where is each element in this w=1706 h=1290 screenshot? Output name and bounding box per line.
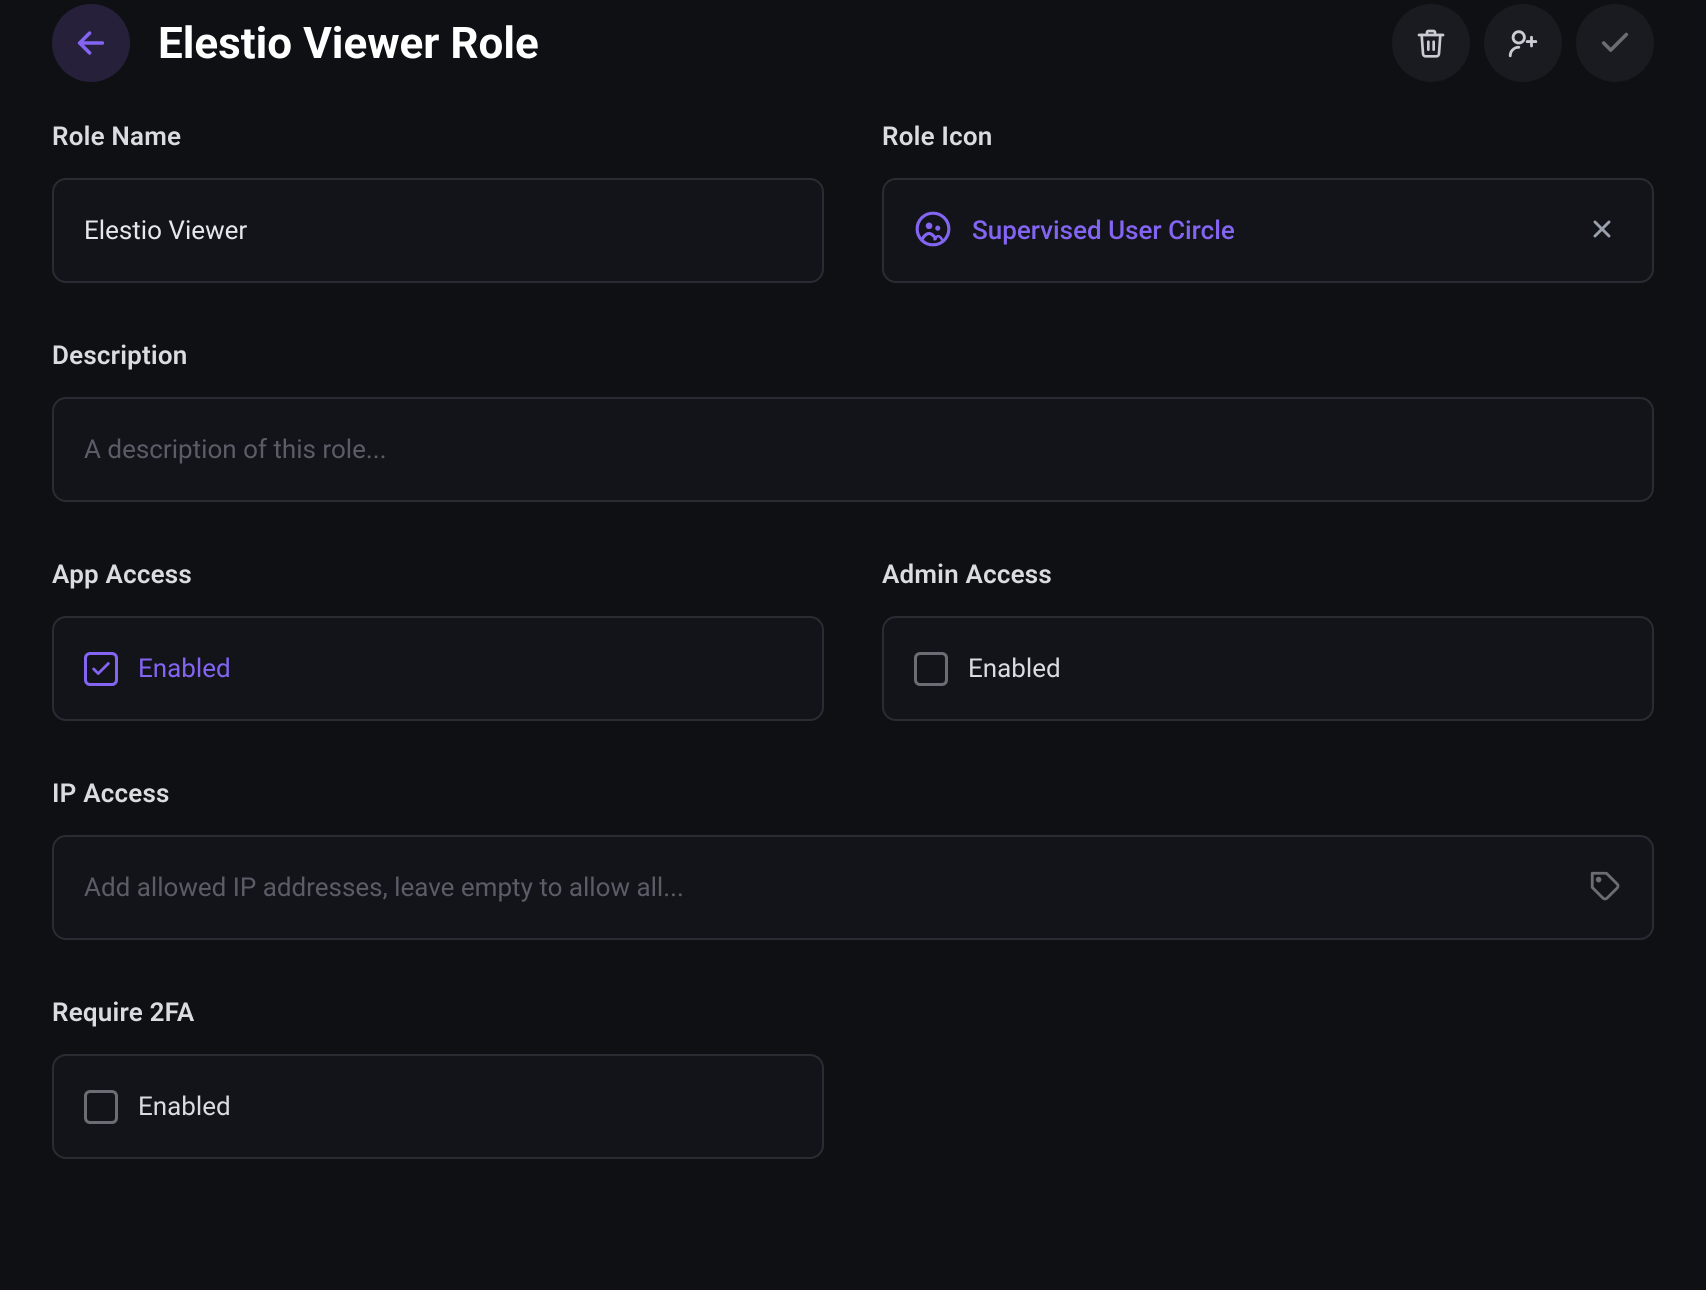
app-access-checkbox-label: Enabled [138, 654, 231, 684]
page-header: Elestio Viewer Role [52, 0, 1654, 122]
admin-access-field: Admin Access Enabled [882, 560, 1654, 721]
spacer [882, 998, 1654, 1159]
ip-access-label: IP Access [52, 779, 1654, 809]
require-2fa-label: Require 2FA [52, 998, 824, 1028]
ip-access-field: IP Access [52, 779, 1654, 940]
trash-icon [1415, 27, 1447, 59]
ip-access-control [52, 835, 1654, 940]
role-icon-value: Supervised User Circle [972, 216, 1235, 246]
tag-icon [1588, 869, 1622, 907]
role-name-field: Role Name [52, 122, 824, 283]
back-button[interactable] [52, 4, 130, 82]
add-user-button[interactable] [1484, 4, 1562, 82]
admin-access-label: Admin Access [882, 560, 1654, 590]
role-name-control [52, 178, 824, 283]
require-2fa-checkbox[interactable] [84, 1090, 118, 1124]
ip-access-input[interactable] [84, 873, 1588, 903]
role-icon-select[interactable]: Supervised User Circle [882, 178, 1654, 283]
role-name-input[interactable] [84, 216, 792, 246]
role-name-label: Role Name [52, 122, 824, 152]
role-form: Role Name Role Icon Supervised User Circ… [52, 122, 1654, 1159]
description-input[interactable] [84, 435, 1622, 465]
description-control [52, 397, 1654, 502]
supervised-user-circle-icon [914, 210, 952, 252]
require-2fa-checkbox-label: Enabled [138, 1092, 231, 1122]
save-button[interactable] [1576, 4, 1654, 82]
close-icon [1588, 215, 1616, 247]
admin-access-control[interactable]: Enabled [882, 616, 1654, 721]
delete-button[interactable] [1392, 4, 1470, 82]
page-title: Elestio Viewer Role [158, 17, 1392, 69]
app-access-checkbox[interactable] [84, 652, 118, 686]
require-2fa-field: Require 2FA Enabled [52, 998, 824, 1159]
app-access-label: App Access [52, 560, 824, 590]
description-label: Description [52, 341, 1654, 371]
arrow-left-icon [74, 26, 108, 60]
user-plus-icon [1506, 26, 1540, 60]
app-access-field: App Access Enabled [52, 560, 824, 721]
require-2fa-control[interactable]: Enabled [52, 1054, 824, 1159]
admin-access-checkbox[interactable] [914, 652, 948, 686]
role-icon-label: Role Icon [882, 122, 1654, 152]
clear-icon-button[interactable] [1582, 211, 1622, 251]
header-actions [1392, 4, 1654, 82]
role-icon-field: Role Icon Supervised User Circle [882, 122, 1654, 283]
admin-access-checkbox-label: Enabled [968, 654, 1061, 684]
app-access-control[interactable]: Enabled [52, 616, 824, 721]
check-icon [1598, 26, 1632, 60]
description-field: Description [52, 341, 1654, 502]
